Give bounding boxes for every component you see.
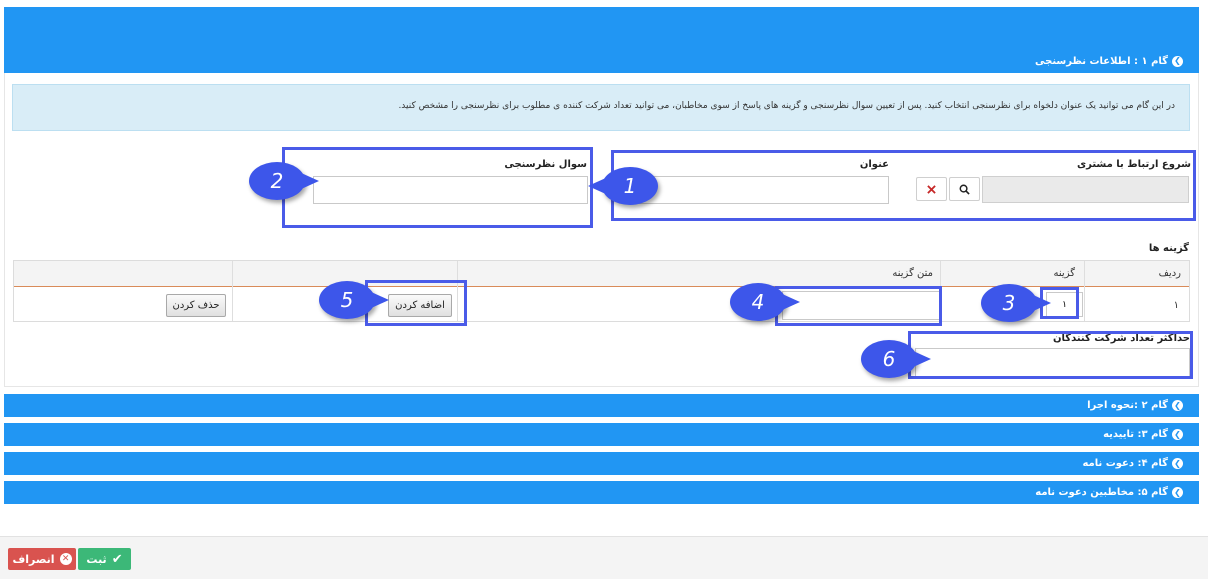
step5-title: گام ۵: مخاطبین دعوت نامه (1035, 487, 1168, 498)
chevron-circle-icon: ❯ (1172, 429, 1183, 440)
step4-header[interactable]: ❯ گام ۴: دعوت نامه (4, 452, 1199, 475)
highlight-box-2 (282, 147, 593, 228)
header-option-text: متن گزینه (892, 268, 933, 279)
info-text: در این گام می توانید یک عنوان دلخواه برا… (398, 101, 1175, 111)
chevron-circle-icon: ❯ (1172, 487, 1183, 498)
highlight-box-4 (775, 286, 942, 326)
info-box: در این گام می توانید یک عنوان دلخواه برا… (12, 84, 1190, 131)
callout-6: 6 (861, 340, 931, 378)
chevron-circle-icon: ❯ (1172, 458, 1183, 469)
cancel-circle-icon: ✕ (59, 553, 72, 565)
step4-title: گام ۴: دعوت نامه (1082, 458, 1168, 469)
delete-option-label: حذف کردن (172, 300, 220, 311)
save-label: ثبت (86, 552, 107, 566)
cancel-label: انصراف (12, 552, 55, 566)
callout-4: 4 (730, 283, 800, 321)
step5-header[interactable]: ❯ گام ۵: مخاطبین دعوت نامه (4, 481, 1199, 504)
callout-3: 3 (981, 284, 1051, 322)
step3-title: گام ۳: تاییدیه (1103, 429, 1168, 440)
step3-header[interactable]: ❯ گام ۳: تاییدیه (4, 423, 1199, 446)
chevron-circle-icon: ❯ (1172, 55, 1183, 67)
callout-2: 2 (249, 162, 319, 200)
check-icon: ✔ (111, 551, 123, 567)
step2-title: گام ۲ :نحوه اجرا (1087, 400, 1168, 411)
cell-row-number: ۱ (1173, 300, 1179, 311)
highlight-box-6 (908, 331, 1193, 379)
step1-title: گام ۱ : اطلاعات نظرسنجی (1035, 55, 1168, 67)
footer-bar (0, 536, 1208, 579)
step2-header[interactable]: ❯ گام ۲ :نحوه اجرا (4, 394, 1199, 417)
options-heading: گزینه ها (1148, 243, 1189, 254)
callout-1: 1 (588, 167, 658, 205)
delete-option-button[interactable]: حذف کردن (166, 294, 226, 317)
callout-5: 5 (319, 281, 389, 319)
table-header-row (14, 261, 1189, 287)
chevron-circle-icon: ❯ (1172, 400, 1183, 411)
save-button[interactable]: ✔ ثبت (78, 548, 131, 570)
header-row-number: ردیف (1158, 268, 1181, 279)
highlight-box-1 (611, 150, 1196, 221)
header-option: گزینه (1053, 268, 1075, 279)
cancel-button[interactable]: ✕ انصراف (8, 548, 76, 570)
step1-header[interactable]: ❯ گام ۱ : اطلاعات نظرسنجی (4, 53, 1199, 69)
